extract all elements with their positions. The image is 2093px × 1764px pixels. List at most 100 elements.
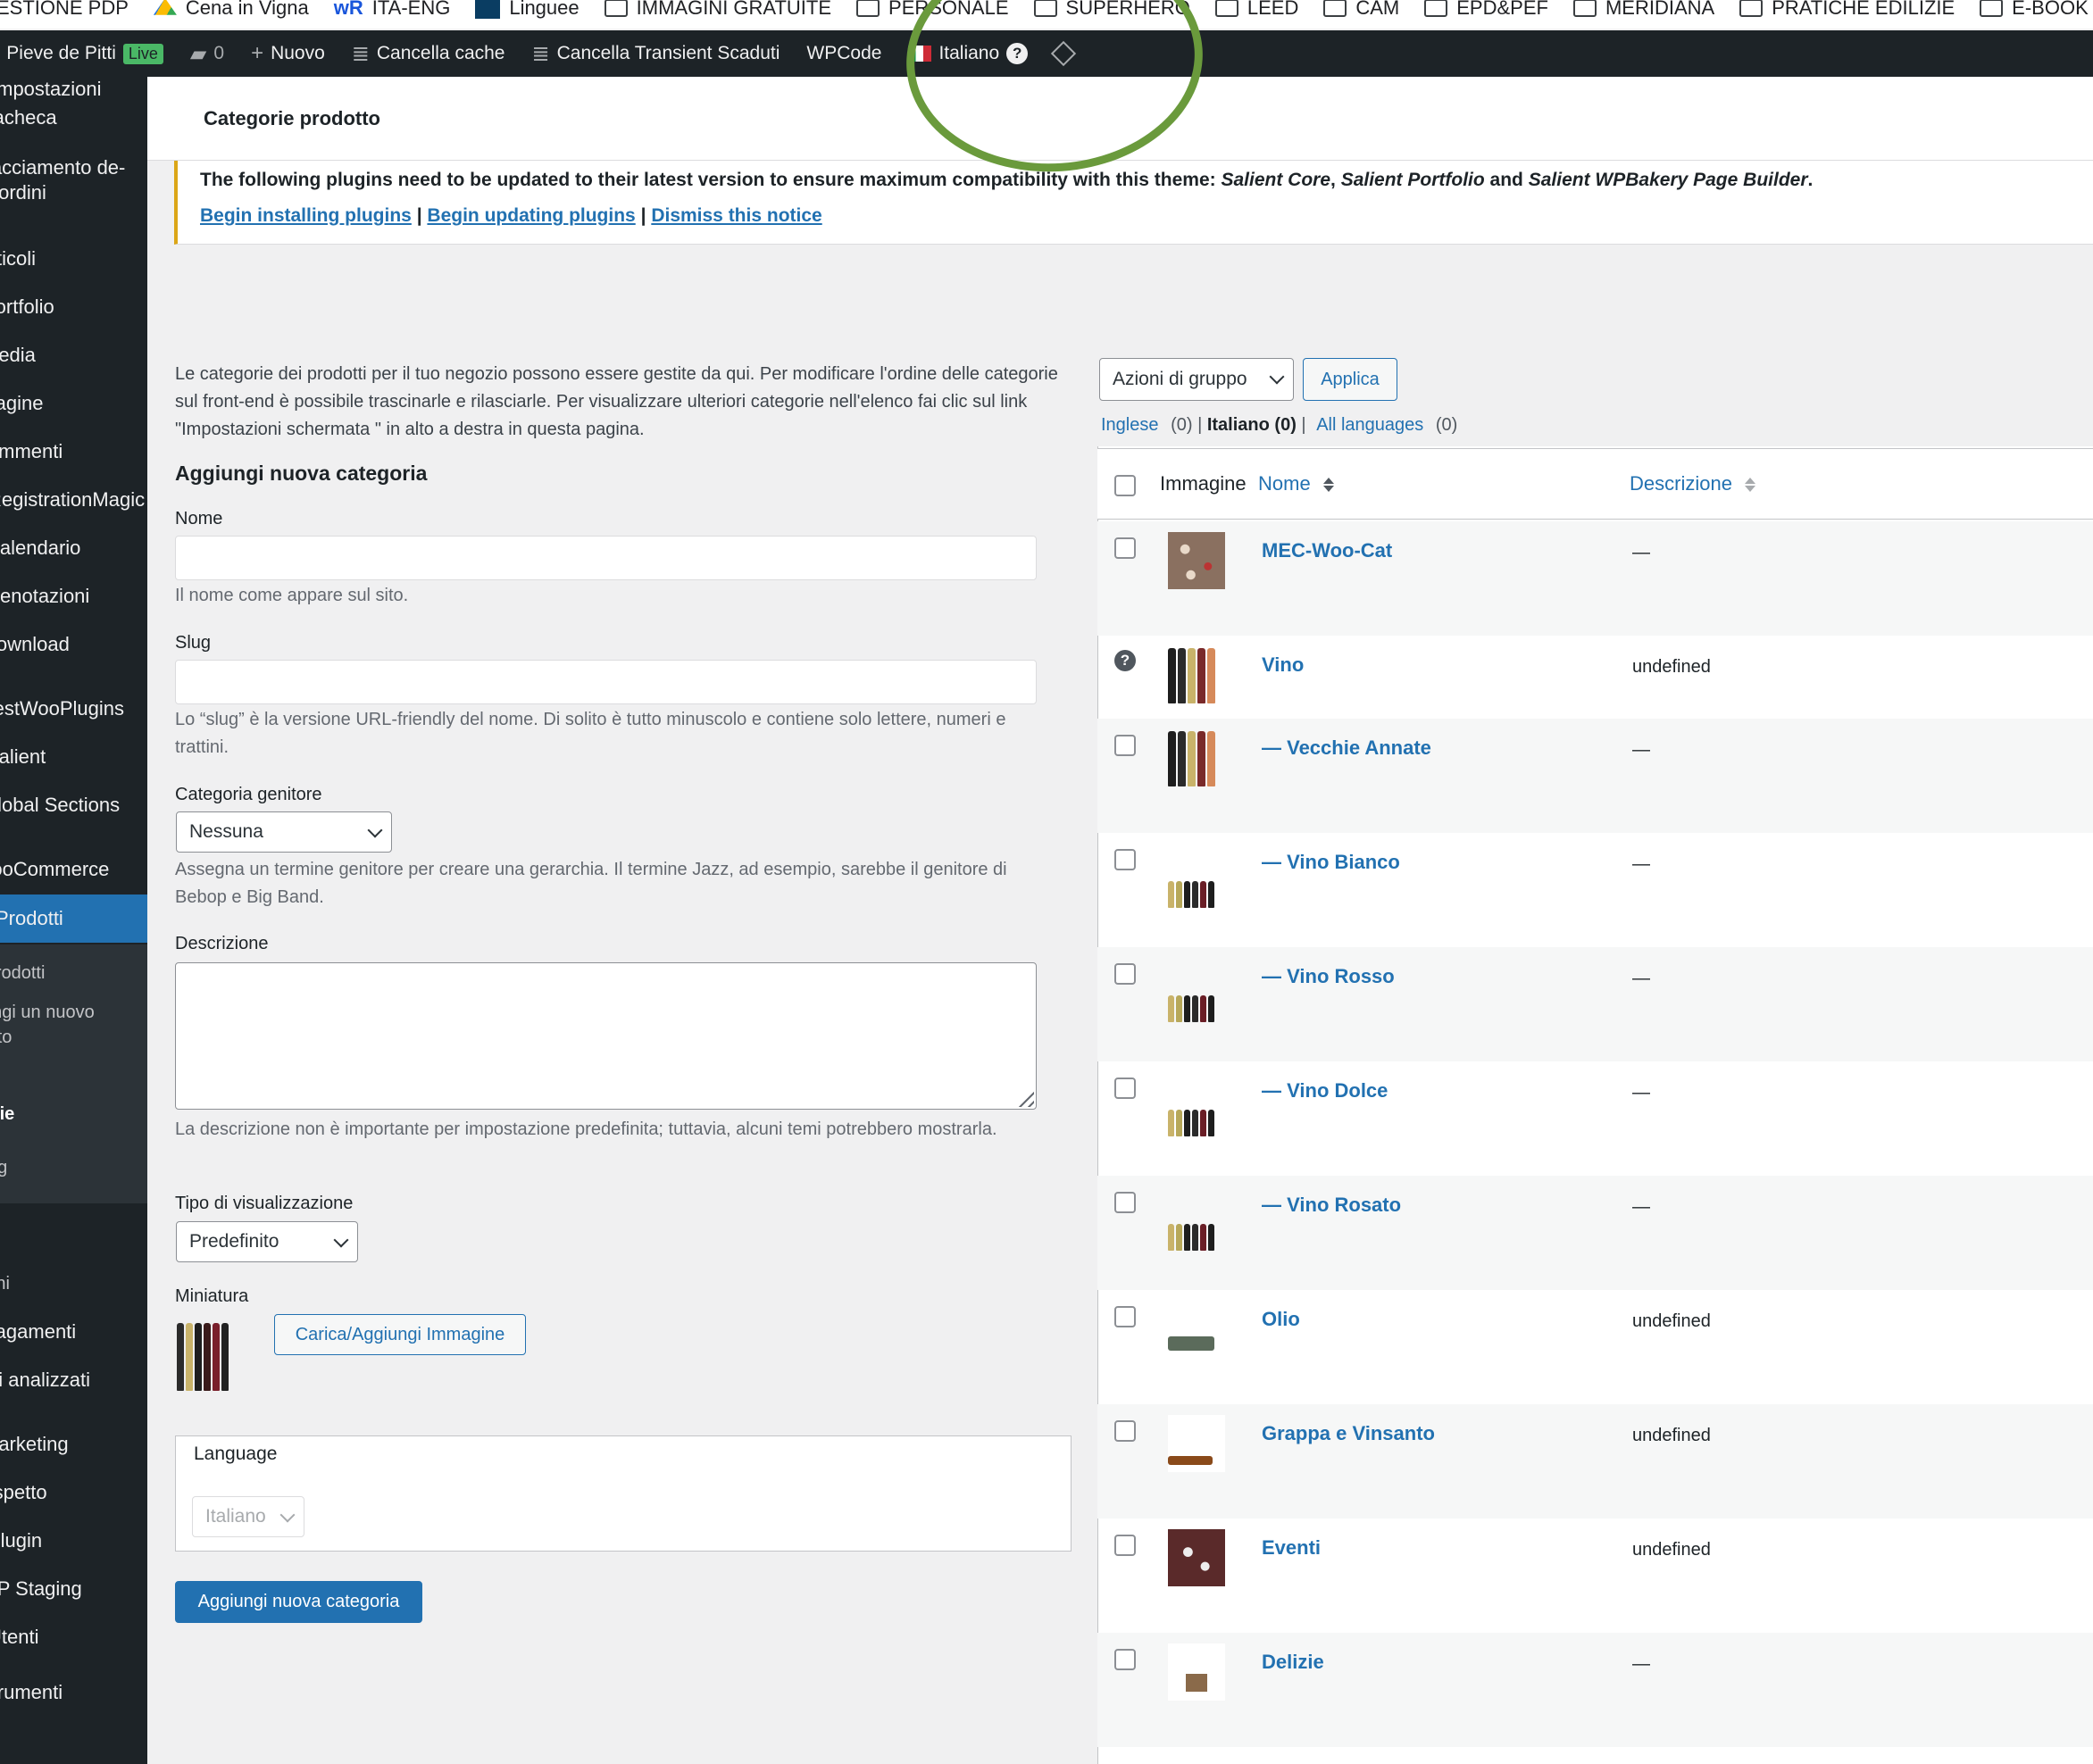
clear-transients-link[interactable]: ≣ Cancella Transient Scaduti	[531, 41, 780, 67]
sidebar-item[interactable]: Pagine	[0, 391, 147, 416]
sidebar-item[interactable]: Download	[0, 632, 147, 657]
category-name-link[interactable]: MEC-Woo-Cat	[1262, 539, 1392, 562]
category-name-link[interactable]: — Vino Bianco	[1262, 851, 1400, 874]
description-textarea[interactable]	[175, 962, 1037, 1110]
sidebar-item[interactable]: Global Sections	[0, 793, 147, 818]
language-select[interactable]: Italiano	[192, 1496, 304, 1537]
row-checkbox[interactable]	[1114, 1649, 1136, 1670]
sidebar-item[interactable]: WP Staging	[0, 1577, 147, 1602]
sidebar-item[interactable]: Pagamenti	[0, 1319, 147, 1344]
sidebar-item[interactable]: Strumenti	[0, 1680, 147, 1705]
wpcode-link[interactable]: WPCode	[806, 43, 881, 64]
category-name-link[interactable]: — Vino Rosso	[1262, 965, 1395, 988]
table-row[interactable]: — Vino Rosso —	[1097, 947, 2093, 1061]
begin-updating-link[interactable]: Begin updating plugins	[427, 205, 635, 226]
sidebar-item[interactable]: Bacheca	[0, 105, 147, 130]
table-row[interactable]: Olio undefined	[1097, 1290, 2093, 1404]
table-row[interactable]: MEC-Woo-Cat —	[1097, 521, 2093, 636]
bookmark-item[interactable]: PERSONALE	[856, 0, 1009, 22]
sidebar-item[interactable]: RegistrationMagic	[0, 487, 147, 512]
sidebar-item[interactable]: Prodotti	[0, 894, 147, 943]
language-switcher[interactable]: Italiano ?	[908, 43, 1029, 64]
begin-installing-link[interactable]: Begin installing plugins	[200, 205, 412, 226]
row-checkbox[interactable]	[1114, 1306, 1136, 1327]
category-name-link[interactable]: Grappa e Vinsanto	[1262, 1422, 1435, 1445]
bookmark-item[interactable]: CAM	[1323, 0, 1399, 22]
bookmark-item[interactable]: ESTIONE PDP	[0, 0, 129, 22]
resize-handle-icon[interactable]	[1014, 1087, 1034, 1107]
category-name-link[interactable]: Eventi	[1262, 1536, 1321, 1560]
table-row[interactable]: — Vino Dolce —	[1097, 1061, 2093, 1176]
sidebar-item[interactable]: Salient	[0, 745, 147, 770]
sidebar-item[interactable]: Categorie	[0, 1102, 147, 1127]
sidebar-item[interactable]: Aspetto	[0, 1480, 147, 1505]
filter-english-link[interactable]: Inglese	[1101, 415, 1159, 435]
sidebar-item[interactable]: Media	[0, 343, 147, 368]
sidebar-item[interactable]: Commenti	[0, 439, 147, 464]
category-name-link[interactable]: Vino	[1262, 653, 1304, 677]
col-description-header[interactable]: Descrizione	[1630, 472, 1756, 495]
sidebar-item[interactable]: Recensioni	[0, 1271, 147, 1296]
sidebar-item[interactable]: Impostazioni	[0, 77, 147, 102]
sidebar-item[interactable]: Calendario	[0, 536, 147, 561]
table-row[interactable]: — Vino Bianco —	[1097, 833, 2093, 947]
help-icon[interactable]: ?	[1006, 43, 1029, 64]
display-type-select[interactable]: Predefinito	[176, 1221, 358, 1262]
bookmark-item[interactable]: wR ITA-ENG	[334, 0, 451, 22]
row-checkbox[interactable]	[1114, 849, 1136, 870]
category-name-link[interactable]: — Vino Dolce	[1262, 1079, 1388, 1102]
table-row[interactable]: Delizie —	[1097, 1633, 2093, 1747]
category-name-link[interactable]: Delizie	[1262, 1651, 1324, 1674]
sidebar-item[interactable]: WooCommerce	[0, 857, 147, 882]
sidebar-item[interactable]: Dati analizzati	[0, 1368, 147, 1393]
bookmark-item[interactable]: MERIDIANA	[1572, 0, 1714, 22]
table-row[interactable]: Grappa e Vinsanto undefined	[1097, 1404, 2093, 1519]
category-name-link[interactable]: — Vino Rosato	[1262, 1194, 1401, 1217]
sidebar-item[interactable]: Plugin	[0, 1528, 147, 1553]
row-checkbox[interactable]	[1114, 537, 1136, 559]
select-all-checkbox[interactable]	[1114, 475, 1136, 496]
slug-input[interactable]	[175, 660, 1037, 704]
table-row[interactable]: Eventi undefined	[1097, 1519, 2093, 1633]
row-checkbox[interactable]	[1114, 1420, 1136, 1442]
apply-button[interactable]: Applica	[1303, 358, 1397, 401]
comments-link[interactable]: ▰ 0	[190, 41, 224, 67]
sidebar-item[interactable]: Utenti	[0, 1625, 147, 1650]
category-name-link[interactable]: — Vecchie Annate	[1262, 736, 1431, 760]
name-input[interactable]	[175, 536, 1037, 580]
clear-cache-link[interactable]: ≣ Cancella cache	[352, 41, 505, 67]
bulk-actions-select[interactable]: Azioni di gruppo	[1099, 358, 1294, 401]
sidebar-item[interactable]: Portfolio	[0, 295, 147, 320]
col-name-header[interactable]: Nome	[1258, 472, 1334, 495]
sidebar-item[interactable]: BestWooPlugins	[0, 696, 147, 721]
sidebar-item[interactable]: Aggiungi un nuovo prodotto	[0, 1000, 147, 1050]
bookmark-item[interactable]: Cena in Vigna	[153, 0, 309, 22]
bookmark-item[interactable]: E-BOOK	[1980, 0, 2089, 22]
sidebar-item[interactable]: Tag	[0, 1155, 147, 1180]
help-icon[interactable]: ?	[1114, 650, 1136, 671]
bookmark-item[interactable]: PRATICHE EDILIZIE	[1739, 0, 1955, 22]
bookmark-item[interactable]: IMMAGINI GRATUITE	[604, 0, 831, 22]
category-name-link[interactable]: Olio	[1262, 1308, 1300, 1331]
row-checkbox[interactable]	[1114, 1192, 1136, 1213]
diamond-tool-link[interactable]	[1051, 40, 1077, 67]
bookmark-item[interactable]: EPD&PEF	[1424, 0, 1548, 22]
table-row[interactable]: — Vecchie Annate —	[1097, 719, 2093, 833]
sidebar-item[interactable]: Tracciamento de-gli ordini	[0, 155, 147, 205]
site-name-link[interactable]: ⌂ Pieve de Pitti Live	[0, 42, 163, 65]
row-checkbox[interactable]	[1114, 735, 1136, 756]
row-checkbox[interactable]	[1114, 963, 1136, 985]
table-row[interactable]: — Vino Rosato —	[1097, 1176, 2093, 1290]
sidebar-item[interactable]: Tutti i prodotti	[0, 961, 147, 986]
filter-all-languages-link[interactable]: All languages	[1316, 415, 1423, 435]
parent-select[interactable]: Nessuna	[176, 811, 392, 853]
bookmark-item[interactable]: Linguee	[475, 0, 580, 22]
row-checkbox[interactable]	[1114, 1078, 1136, 1099]
dismiss-notice-link[interactable]: Dismiss this notice	[651, 205, 821, 226]
table-row[interactable]: ? Vino undefined	[1097, 636, 2093, 719]
sidebar-item[interactable]: WPBakery PageBuilder	[0, 1760, 147, 1764]
bookmark-item[interactable]: LEED	[1214, 0, 1298, 22]
sidebar-item[interactable]: Marketing	[0, 1432, 147, 1457]
row-checkbox[interactable]	[1114, 1535, 1136, 1556]
sidebar-item[interactable]: Attributi	[0, 1193, 147, 1218]
